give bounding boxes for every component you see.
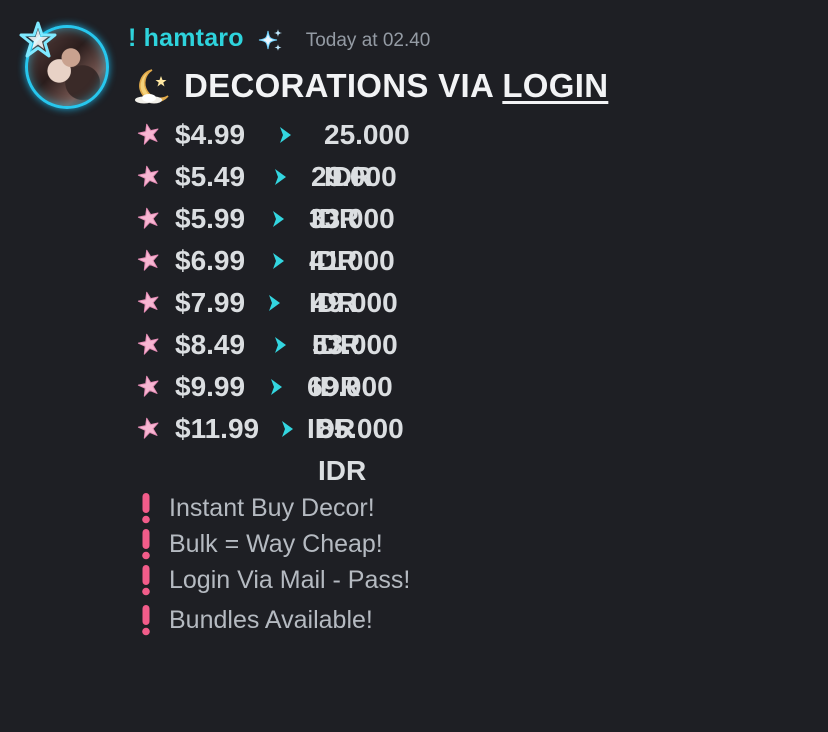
note-text: Login Via Mail - Pass! (169, 566, 411, 594)
title-text: DECORATIONS VIA LOGIN (184, 67, 608, 105)
user-avatar[interactable] (19, 21, 109, 109)
pink-star-icon (137, 375, 159, 397)
crescent-moon-icon (135, 69, 169, 104)
note-text: Bundles Available! (169, 606, 373, 634)
chevron-right-icon (271, 379, 282, 395)
exclamation-icon (142, 605, 150, 636)
price-idr: 85.000 IDR (318, 413, 404, 486)
pink-star-icon (137, 417, 159, 439)
pink-star-icon (137, 165, 159, 187)
pink-star-icon (137, 123, 159, 145)
pink-star-icon (137, 207, 159, 229)
message-header: ! hamtaro Today at 02.40 (128, 24, 430, 58)
chevron-right-icon (269, 295, 280, 311)
exclamation-icon (142, 529, 150, 560)
note-text: Instant Buy Decor! (169, 494, 375, 522)
title-login-link[interactable]: LOGIN (502, 67, 608, 104)
exclamation-icon (142, 493, 150, 524)
pink-star-icon (137, 291, 159, 313)
pink-star-icon (137, 249, 159, 271)
blue-star-decoration-icon (19, 21, 57, 58)
price-usd: $6.99 (175, 245, 246, 276)
chevron-right-icon (273, 211, 284, 227)
chevron-right-icon (280, 127, 291, 143)
pink-star-icon (137, 333, 159, 355)
price-usd: $7.99 (175, 287, 246, 318)
price-usd: $5.99 (175, 203, 246, 234)
exclamation-icon (142, 565, 150, 596)
message-timestamp[interactable]: Today at 02.40 (306, 30, 431, 52)
price-usd: $4.99 (175, 119, 246, 150)
chevron-right-icon (275, 337, 286, 353)
chevron-right-icon (282, 421, 293, 437)
price-usd: $9.99 (175, 371, 246, 402)
username[interactable]: ! hamtaro (128, 24, 244, 53)
sparkle-icon (258, 29, 282, 51)
price-usd: $8.49 (175, 329, 246, 360)
price-usd: $11.99 (175, 413, 260, 444)
note-text: Bulk = Way Cheap! (169, 530, 383, 558)
title-prefix: DECORATIONS VIA (184, 67, 503, 104)
price-usd: $5.49 (175, 161, 246, 192)
chevron-right-icon (273, 253, 284, 269)
chevron-right-icon (275, 169, 286, 185)
message-title: DECORATIONS VIA LOGIN (128, 66, 608, 106)
